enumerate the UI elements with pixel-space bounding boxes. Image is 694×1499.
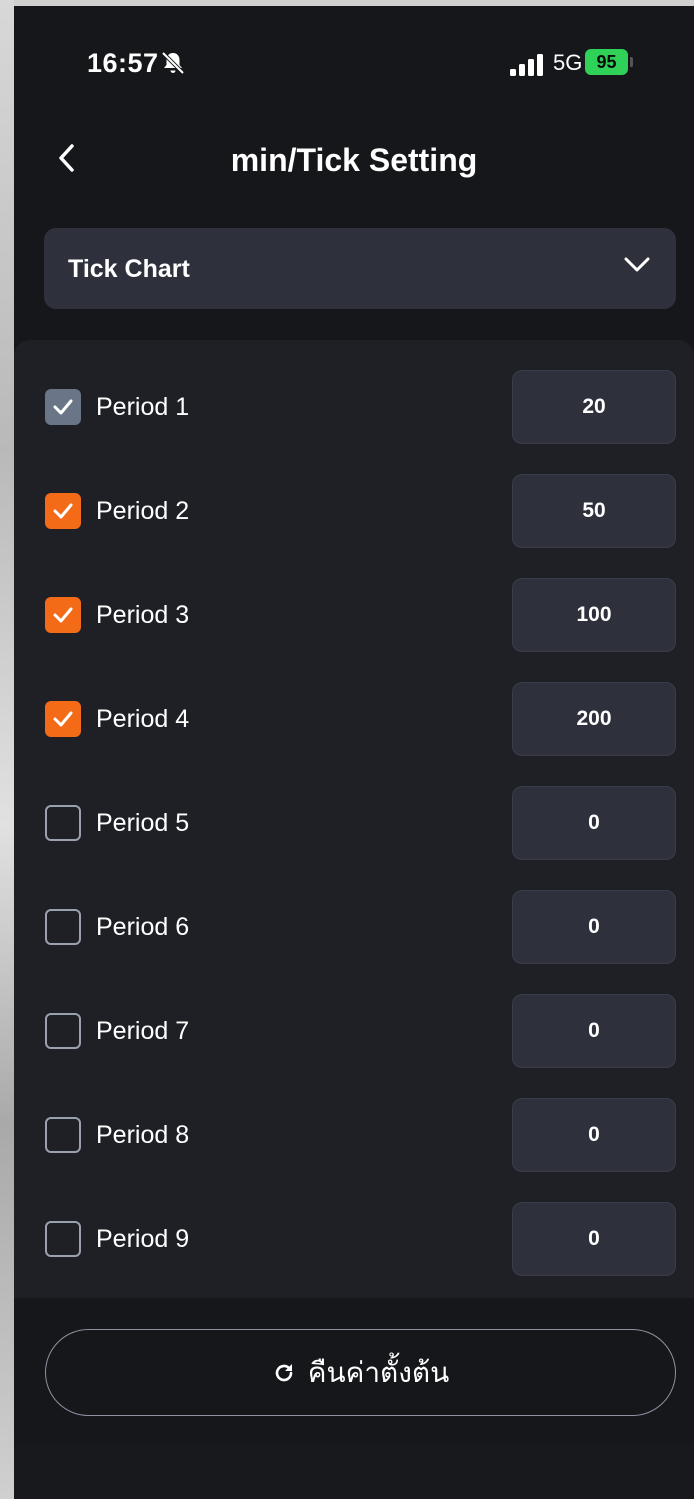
period-checkbox[interactable] (45, 389, 81, 425)
period-value-input[interactable] (512, 890, 676, 964)
period-value-input[interactable] (512, 370, 676, 444)
period-row: Period 3 (14, 578, 694, 652)
period-label: Period 7 (96, 1017, 190, 1045)
signal-icon (510, 54, 543, 76)
period-value-input[interactable] (512, 474, 676, 548)
chart-type-dropdown[interactable]: Tick Chart (44, 228, 676, 309)
period-row: Period 6 (14, 890, 694, 964)
app-screen: 16:57 5G 95 min/Tick Setting Tick Chart … (14, 6, 694, 1499)
reset-button-label: คืนค่าตั้งต้น (307, 1355, 450, 1389)
status-time: 16:57 (87, 48, 159, 78)
battery-indicator: 95 (585, 49, 628, 75)
bell-off-icon (161, 51, 185, 75)
period-value-input[interactable] (512, 1098, 676, 1172)
period-value-input[interactable] (512, 994, 676, 1068)
period-checkbox[interactable] (45, 909, 81, 945)
period-label: Period 1 (96, 393, 190, 421)
period-value-input[interactable] (512, 1202, 676, 1276)
period-checkbox[interactable] (45, 493, 81, 529)
page-title: min/Tick Setting (230, 142, 478, 178)
period-value-input[interactable] (512, 578, 676, 652)
period-settings-panel: Period 1 Period 2 Period 3 Period 4 Peri… (14, 340, 694, 1298)
check-icon (53, 503, 73, 519)
period-checkbox[interactable] (45, 597, 81, 633)
period-row: Period 4 (14, 682, 694, 756)
status-bar: 16:57 5G 95 (14, 6, 694, 110)
reset-defaults-button[interactable]: คืนค่าตั้งต้น (45, 1329, 676, 1416)
period-checkbox[interactable] (45, 701, 81, 737)
period-label: Period 3 (96, 601, 190, 629)
period-checkbox[interactable] (45, 805, 81, 841)
period-row: Period 9 (14, 1202, 694, 1276)
check-icon (53, 607, 73, 623)
period-label: Period 5 (96, 809, 190, 837)
period-value-input[interactable] (512, 786, 676, 860)
period-row: Period 5 (14, 786, 694, 860)
period-row: Period 8 (14, 1098, 694, 1172)
network-type: 5G (553, 50, 583, 75)
period-row: Period 2 (14, 474, 694, 548)
check-icon (53, 399, 73, 415)
period-checkbox[interactable] (45, 1013, 81, 1049)
chevron-down-icon (624, 257, 650, 272)
reset-button-content: คืนค่าตั้งต้น (46, 1330, 675, 1415)
period-row: Period 1 (14, 370, 694, 444)
period-label: Period 9 (96, 1225, 190, 1253)
period-label: Period 8 (96, 1121, 190, 1149)
battery-cap (630, 57, 633, 67)
period-row: Period 7 (14, 994, 694, 1068)
period-label: Period 4 (96, 705, 190, 733)
check-icon (53, 711, 73, 727)
period-label: Period 2 (96, 497, 190, 525)
background-strip (0, 0, 14, 1499)
period-value-input[interactable] (512, 682, 676, 756)
refresh-icon (275, 1363, 293, 1381)
period-label: Period 6 (96, 913, 190, 941)
dropdown-selected-value: Tick Chart (68, 255, 190, 283)
period-checkbox[interactable] (45, 1221, 81, 1257)
period-checkbox[interactable] (45, 1117, 81, 1153)
bottom-bar (14, 1445, 694, 1499)
